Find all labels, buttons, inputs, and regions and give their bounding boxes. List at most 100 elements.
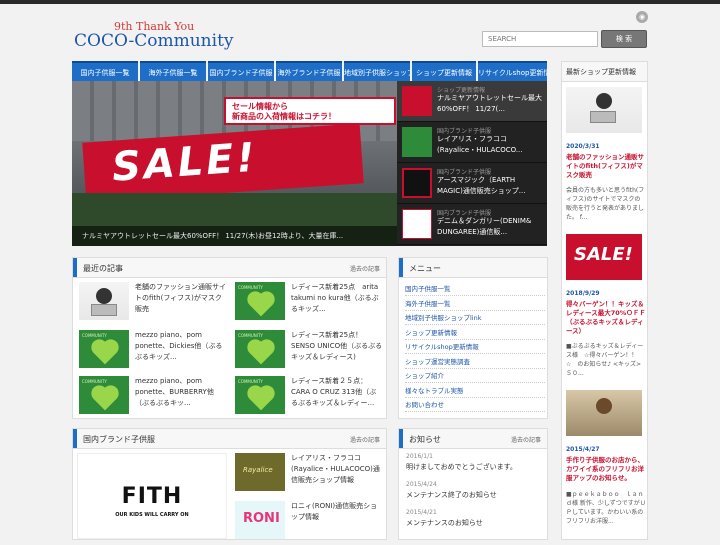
notice-date: 2015/4/21 xyxy=(406,509,437,516)
post-thumb: RONI xyxy=(235,501,285,539)
slide-item-title: アースマジック（EARTH MAGIC)通信販売ショップ... xyxy=(437,176,526,195)
notice-title[interactable]: メンテナンス終了のお知らせ xyxy=(406,490,497,500)
post-item[interactable]: 老舗のファッション通販サイトのfith(フィフス)がマスク販売 xyxy=(75,278,229,326)
slide-item[interactable]: 国内ブランド子供服 レイアリス・フラココ (Rayalice・HULACOCO.… xyxy=(397,122,547,163)
panel-header: 国内ブランド子供服 過去の記事 xyxy=(73,429,386,449)
menu-item[interactable]: 地域別子供服ショップlink xyxy=(405,311,545,325)
past-posts-link[interactable]: 過去の記事 xyxy=(350,435,380,444)
search-button[interactable]: 検 索 xyxy=(601,30,647,48)
nav-item[interactable]: 海外子供服一覧 xyxy=(140,61,206,81)
post-title: mezzo piano、pom ponette、BURBERRY他（ぶるぶるキッ… xyxy=(135,377,214,407)
menu-item[interactable]: 国内子供服一覧 xyxy=(405,282,545,296)
slide-main-image[interactable]: セール情報から 新商品の入荷情報はコチラ！ SALE! ナルミヤアウトレットセー… xyxy=(72,81,397,246)
fith-tagline: OUR KIDS WILL CARRY ON xyxy=(115,512,189,518)
past-posts-link[interactable]: 過去の記事 xyxy=(511,435,541,444)
sale-word: SALE! xyxy=(574,244,633,265)
slide-item-title: デニム＆ダンガリー(DENIM& DUNGAREE)通信販... xyxy=(437,217,532,236)
search-input[interactable] xyxy=(482,31,598,47)
post-item[interactable]: COMMUNITY レディース新着25点 arita takumi no kur… xyxy=(231,278,385,326)
main-nav: 国内子供服一覧 海外子供服一覧 国内ブランド子供服 海外ブランド子供服 地域別子供服ショ… xyxy=(72,61,547,81)
slide-item[interactable]: 国内ブランド子供服 アースマジック（EARTH MAGIC)通信販売ショップ..… xyxy=(397,163,547,204)
rayalice-logo: Rayalice xyxy=(243,466,273,474)
post-item[interactable]: COMMUNITY レディース新着25点！ SENSO UNICO他（ぶるぶるキ… xyxy=(231,326,385,374)
sidebar-entry-desc: 会員の方も多いと思うfith(フィフス)のサイトでマスクの販売を行うと発表があり… xyxy=(566,187,645,221)
post-item[interactable]: COMMUNITY レディース新着２５点：CARA O CRUZ 313他（ぶる… xyxy=(231,372,385,420)
post-thumb: COMMUNITY xyxy=(235,330,285,368)
slide-caption[interactable]: ナルミヤアウトレットセール最大60%OFF！ 11/27(木)お昼12時より、大… xyxy=(72,226,397,246)
recent-posts-panel: 最近の記事 過去の記事 老舗のファッション通販サイトのfith(フィフス)がマス… xyxy=(72,257,387,419)
menu-item[interactable]: 海外子供服一覧 xyxy=(405,297,545,311)
sidebar-entry-title[interactable]: 手作り子供服のお店から、カワイイ系のフリフリお洋服アップのお知らせ。 xyxy=(566,456,646,483)
slide-item[interactable]: ショップ更新情報 ナルミヤアウトレットセール最大60%OFF！ 11/27(..… xyxy=(397,81,547,122)
fith-logo: FITH xyxy=(121,484,183,509)
slide-thumb-denim xyxy=(402,209,432,239)
slide-item-title: レイアリス・フラココ (Rayalice・HULACOCO... xyxy=(437,135,523,154)
panel-header: メニュー xyxy=(399,258,547,278)
slide-list: ショップ更新情報 ナルミヤアウトレットセール最大60%OFF！ 11/27(..… xyxy=(397,81,547,246)
post-thumb: COMMUNITY xyxy=(235,376,285,414)
post-item[interactable]: RONI ロニィ(RONI)通信販売ショップ情報 xyxy=(231,497,385,545)
menu-item[interactable]: お問い合わせ xyxy=(405,398,545,412)
nav-item[interactable]: リサイクルshop更新情報 xyxy=(478,61,547,81)
feature-slider: セール情報から 新商品の入荷情報はコチラ！ SALE! ナルミヤアウトレットセー… xyxy=(72,81,547,246)
sidebar-entry-date: 2020/3/31 xyxy=(566,143,600,150)
post-title: レイアリス・フラココ(Rayalice・HULACOCO)通信販売ショップ情報 xyxy=(291,454,380,484)
slide-item[interactable]: 国内ブランド子供服 デニム＆ダンガリー(DENIM& DUNGAREE)通信販.… xyxy=(397,204,547,245)
post-item[interactable]: COMMUNITY mezzo piano、pom ponette、BURBER… xyxy=(75,372,229,420)
notice-date: 2016/1/1 xyxy=(406,453,433,460)
post-thumb: COMMUNITY xyxy=(79,330,129,368)
sidebar-entry-title[interactable]: 老舗のファッション通販サイトのfith(フィフス)がマスク販売 xyxy=(566,153,646,180)
post-title: mezzo piano、pom ponette、Dickies他（ぶるぶるキッズ… xyxy=(135,331,223,361)
promo-line-2: 新商品の入荷情報はコチラ！ xyxy=(232,112,336,121)
post-title: レディース新着25点！ SENSO UNICO他（ぶるぶるキッズ＆レディース) xyxy=(291,331,383,361)
nav-item[interactable]: ショップ更新情報 xyxy=(412,61,476,81)
slide-thumb-heart xyxy=(402,127,432,157)
post-thumb: COMMUNITY xyxy=(235,282,285,320)
sidebar-thumb[interactable] xyxy=(566,87,642,133)
brand-feature[interactable]: FITH OUR KIDS WILL CARRY ON xyxy=(77,453,227,539)
post-title: ロニィ(RONI)通信販売ショップ情報 xyxy=(291,502,378,521)
panel-header: 最新ショップ更新情報 xyxy=(562,62,647,82)
menu-item[interactable]: ショップ更新情報 xyxy=(405,326,545,340)
post-thumb: Rayalice xyxy=(235,453,285,491)
panel-title: メニュー xyxy=(409,264,441,273)
panel-title: 国内ブランド子供服 xyxy=(83,435,155,444)
post-title: レディース新着25点 arita takumi no kura他（ぶるぶるキッズ… xyxy=(291,283,379,313)
panel-title: 最新ショップ更新情報 xyxy=(566,68,636,76)
brand-panel: 国内ブランド子供服 過去の記事 FITH OUR KIDS WILL CARRY… xyxy=(72,428,387,540)
menu-item[interactable]: ショップ運営実態調査 xyxy=(405,355,545,369)
slide-thumb-earthmagic xyxy=(402,168,432,198)
panel-title: お知らせ xyxy=(409,435,441,444)
sidebar-entry-desc: ■ぶるぶるキッズ＆レディース様 ☆得々バーゲン！！ ☆ のお知らせ♪ <キッズ>… xyxy=(566,343,644,377)
site-logo[interactable]: COCO-Community xyxy=(74,31,234,51)
sidebar-thumb[interactable]: SALE! xyxy=(566,234,642,280)
top-bar xyxy=(0,0,720,4)
post-title: レディース新着２５点：CARA O CRUZ 313他（ぶるぶるキッズ＆レディー… xyxy=(291,377,377,407)
past-posts-link[interactable]: 過去の記事 xyxy=(350,264,380,273)
notice-panel: お知らせ 過去の記事 2016/1/1 明けましておめでとうございます。 201… xyxy=(398,428,548,540)
post-item[interactable]: COMMUNITY mezzo piano、pom ponette、Dickie… xyxy=(75,326,229,374)
rss-icon[interactable]: ◉ xyxy=(636,11,648,23)
nav-item[interactable]: 地域別子供服ショップ xyxy=(344,61,410,81)
nav-item[interactable]: 国内子供服一覧 xyxy=(72,61,138,81)
promo-sign: セール情報から 新商品の入荷情報はコチラ！ xyxy=(224,97,396,125)
roni-logo: RONI xyxy=(243,511,280,526)
menu-item[interactable]: 様々なトラブル実態 xyxy=(405,384,545,398)
post-item[interactable]: Rayalice レイアリス・フラココ(Rayalice・HULACOCO)通信… xyxy=(231,449,385,497)
promo-line-1: セール情報から xyxy=(232,102,288,111)
notice-title[interactable]: 明けましておめでとうございます。 xyxy=(406,462,517,472)
sidebar-entry-title[interactable]: 得々バーゲン！！キッズ＆レディース最大70%ＯＦＦ（ぶるぶるキッズ＆レディース） xyxy=(566,300,646,336)
menu-item[interactable]: ショップ紹介 xyxy=(405,369,545,383)
panel-title: 最近の記事 xyxy=(83,264,123,273)
post-thumb xyxy=(79,282,129,320)
menu-item[interactable]: リサイクルshop更新情報 xyxy=(405,340,545,354)
nav-item[interactable]: 海外ブランド子供服 xyxy=(276,61,342,81)
sale-word: SALE! xyxy=(110,134,260,191)
post-thumb: COMMUNITY xyxy=(79,376,129,414)
sidebar-entry-date: 2018/9/29 xyxy=(566,290,600,297)
slide-item-title: ナルミヤアウトレットセール最大60%OFF！ 11/27(... xyxy=(437,94,542,113)
nav-item[interactable]: 国内ブランド子供服 xyxy=(208,61,274,81)
notice-title[interactable]: メンテナンスのお知らせ xyxy=(406,518,483,528)
sidebar-entry-desc: ■ｐｅｅｋａｂｏｏ ｌａｎｄ様 新作、少しずつですがＵＰしています。かわいい系の… xyxy=(566,491,646,525)
sidebar-thumb[interactable] xyxy=(566,390,642,436)
